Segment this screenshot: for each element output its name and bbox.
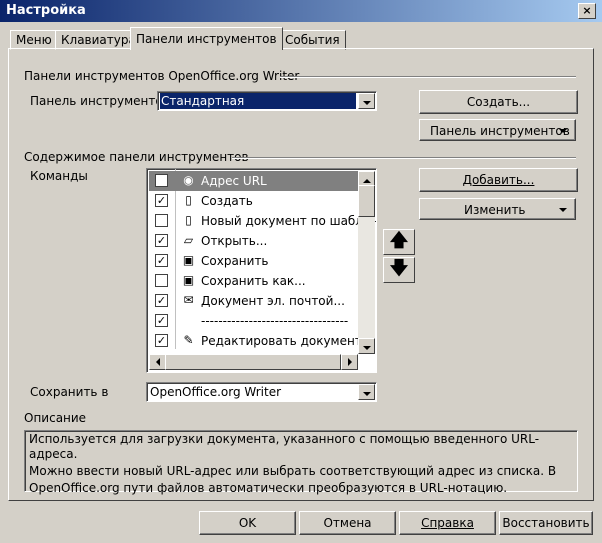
vertical-scrollbar[interactable] <box>358 171 375 354</box>
scroll-left-button[interactable] <box>149 354 166 370</box>
description-box: Используется для загрузки документа, ука… <box>24 430 578 495</box>
command-row[interactable]: ✓ ---------------------------------- <box>149 311 358 331</box>
help-label: Справка <box>421 516 474 530</box>
command-checkbox[interactable] <box>155 174 168 187</box>
tab-events[interactable]: События <box>279 30 346 50</box>
command-label: Сохранить <box>201 254 269 268</box>
command-label: Сохранить как... <box>201 274 306 288</box>
chevron-down-icon <box>559 129 567 133</box>
command-checkbox[interactable]: ✓ <box>155 194 168 207</box>
tab-menu[interactable]: Меню <box>10 30 58 50</box>
command-label: Редактировать документ <box>201 334 362 348</box>
command-checkbox[interactable]: ✓ <box>155 294 168 307</box>
section-divider <box>232 157 576 159</box>
template-document-icon: ▯ <box>185 213 192 227</box>
move-down-button[interactable]: 🡇 <box>383 257 415 283</box>
description-line: Можно ввести новый URL-адрес или выбрать… <box>29 464 557 478</box>
save-in-label: Сохранить в <box>30 385 109 399</box>
description-line: Используется для загрузки документа, ука… <box>29 432 540 461</box>
save-icon: ▣ <box>182 253 195 267</box>
save-in-select[interactable]: OpenOffice.org Writer <box>146 382 377 402</box>
command-row[interactable]: ✓ ▯ Создать <box>149 191 358 211</box>
command-label: Адрес URL <box>201 174 267 188</box>
chevron-down-icon <box>559 208 567 212</box>
command-checkbox[interactable] <box>155 274 168 287</box>
contents-section-heading: Содержимое панели инструментов <box>24 150 249 164</box>
add-command-label: Добавить... <box>462 173 535 187</box>
description-label: Описание <box>24 411 87 425</box>
toolbar-label: Панель инструментов <box>30 94 170 108</box>
save-in-value: OpenOffice.org Writer <box>150 385 282 399</box>
open-folder-icon: ▱ <box>183 233 194 247</box>
scroll-thumb[interactable] <box>358 185 375 217</box>
horizontal-scrollbar[interactable] <box>149 354 358 370</box>
window-title: Настройка <box>6 3 86 18</box>
command-checkbox[interactable]: ✓ <box>155 254 168 267</box>
chevron-down-icon[interactable] <box>358 384 375 400</box>
command-row[interactable]: ✓ ✉ Документ эл. почтой... <box>149 291 358 311</box>
command-label: Открыть... <box>201 234 268 248</box>
mail-icon: ✉ <box>183 293 194 307</box>
command-label: Документ эл. почтой... <box>201 294 345 308</box>
command-row[interactable]: ✓ ▱ Открыть... <box>149 231 358 251</box>
toolbar-select-value: Стандартная <box>160 93 356 109</box>
scroll-right-button[interactable] <box>341 354 358 370</box>
command-label: ---------------------------------- <box>201 314 349 328</box>
arrow-down-icon: 🡇 <box>389 258 409 279</box>
arrow-up-icon: 🡅 <box>389 230 409 251</box>
new-document-icon: ▯ <box>185 193 192 207</box>
commands-label: Команды <box>30 169 88 183</box>
command-checkbox[interactable] <box>155 214 168 227</box>
toolbar-menu-label: Панель инструментов <box>430 124 570 138</box>
command-row[interactable]: ✓ ✎ Редактировать документ <box>149 331 362 351</box>
globe-icon: ◉ <box>183 173 194 187</box>
toolbars-section-heading: Панели инструментов OpenOffice.org Write… <box>24 69 300 83</box>
help-button[interactable]: Справка <box>399 511 496 535</box>
reset-button[interactable]: Восстановить <box>499 511 593 535</box>
modify-button[interactable]: Изменить <box>419 198 576 220</box>
command-label: Новый документ по шаблону <box>201 214 377 228</box>
create-toolbar-button[interactable]: Создать... <box>419 90 578 114</box>
scroll-down-button[interactable] <box>358 338 375 354</box>
scroll-thumb-horizontal[interactable] <box>165 354 341 370</box>
toolbar-select[interactable]: Стандартная <box>157 91 377 111</box>
command-row[interactable]: ▯ Новый документ по шаблону <box>149 211 376 231</box>
command-checkbox[interactable]: ✓ <box>155 314 168 327</box>
section-divider <box>280 76 576 78</box>
description-line: OpenOffice.org пути файлов автоматически… <box>29 481 508 495</box>
close-button[interactable]: × <box>578 3 596 19</box>
command-row[interactable]: ✓ ▣ Сохранить <box>149 251 358 271</box>
command-checkbox[interactable]: ✓ <box>155 334 168 347</box>
tab-toolbars[interactable]: Панели инструментов <box>130 27 283 50</box>
command-row[interactable]: ▣ Сохранить как... <box>149 271 358 291</box>
tab-keyboard[interactable]: Клавиатура <box>55 30 142 50</box>
cancel-button[interactable]: Отмена <box>299 511 396 535</box>
command-label: Создать <box>201 194 253 208</box>
save-as-icon: ▣ <box>182 273 195 287</box>
toolbar-menu-button[interactable]: Панель инструментов <box>419 119 576 141</box>
commands-list[interactable]: ◉ Адрес URL ✓ ▯ Создать ▯ Новый документ по ша… <box>146 168 377 373</box>
title-bar: Настройка × <box>0 0 602 22</box>
chevron-down-icon[interactable] <box>358 93 375 109</box>
ok-button[interactable]: OK <box>199 511 296 535</box>
command-row[interactable]: ◉ Адрес URL <box>149 171 358 191</box>
modify-label: Изменить <box>464 203 526 217</box>
move-up-button[interactable]: 🡅 <box>383 229 415 255</box>
add-command-button[interactable]: Добавить... <box>419 168 578 192</box>
edit-document-icon: ✎ <box>183 333 194 347</box>
command-checkbox[interactable]: ✓ <box>155 234 168 247</box>
